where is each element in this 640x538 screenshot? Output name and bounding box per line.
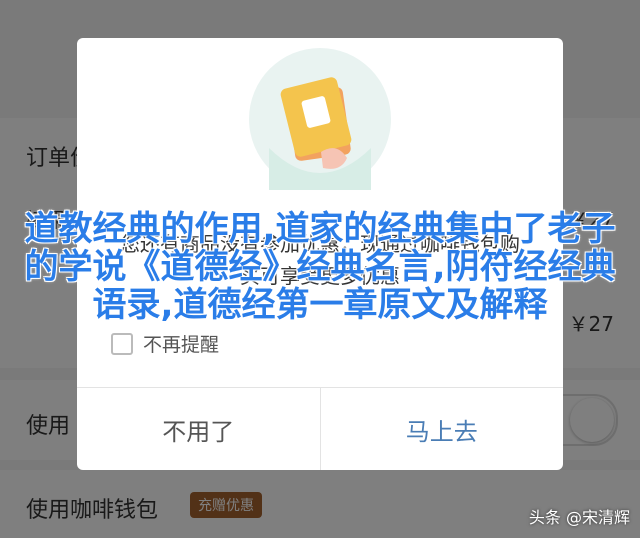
dont-remind-checkbox[interactable]	[111, 332, 133, 355]
article-title-overlay: 道教经典的作用,道家的经典集中了老子的学说《道德经》经典名言,阴符经经典语录,道…	[24, 209, 616, 325]
dont-remind-label: 不再提醒	[143, 334, 220, 356]
confirm-button[interactable]: 马上去	[321, 388, 564, 470]
dialog-actions: 不用了 马上去	[77, 387, 563, 470]
watermark: 头条 @宋清辉	[528, 508, 630, 527]
cancel-button[interactable]: 不用了	[77, 388, 321, 470]
coffee-card-illustration	[249, 48, 391, 190]
dont-remind-row[interactable]: 不再提醒	[111, 330, 219, 357]
